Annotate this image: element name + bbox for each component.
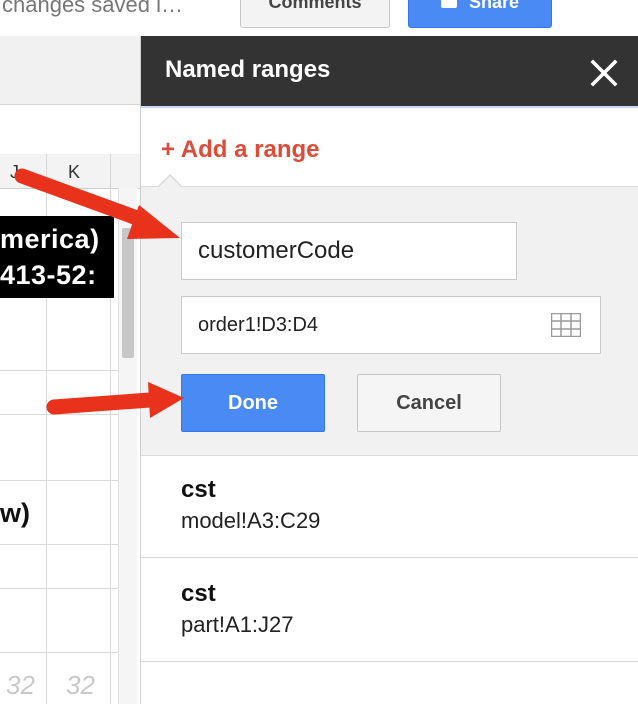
named-ranges-panel: Named ranges + Add a range Done Cancel c…	[140, 36, 638, 704]
range-name-input[interactable]	[181, 222, 517, 280]
highlighted-cell[interactable]: merica) 413-52:	[0, 216, 114, 298]
add-range-link[interactable]: + Add a range	[161, 136, 319, 164]
top-toolbar: changes saved i… Comments Share	[0, 0, 638, 36]
grid-line	[0, 544, 118, 545]
done-button[interactable]: Done	[181, 374, 325, 432]
panel-title: Named ranges	[165, 56, 331, 83]
range-item-name: cst	[181, 580, 216, 607]
cell-text-line1: merica)	[0, 224, 100, 254]
cell-bold-text[interactable]: w)	[0, 498, 30, 529]
range-item-reference: part!A1:J27	[181, 612, 294, 637]
range-reference-input[interactable]	[181, 296, 601, 354]
grid-line	[0, 370, 118, 371]
sheet-toolbar	[0, 36, 140, 105]
scroll-thumb[interactable]	[122, 228, 134, 358]
save-status: changes saved i…	[2, 0, 183, 17]
vertical-scrollbar[interactable]	[118, 188, 137, 704]
share-label: Share	[468, 0, 520, 12]
range-item-name: cst	[181, 476, 216, 503]
close-icon[interactable]	[589, 58, 619, 88]
comments-button[interactable]: Comments	[240, 0, 390, 28]
named-range-item[interactable]: cst model!A3:C29	[141, 454, 638, 558]
grid-line	[0, 588, 118, 589]
named-range-item[interactable]: cst part!A1:J27	[141, 558, 638, 662]
grid-line	[0, 414, 118, 415]
lock-icon	[440, 0, 457, 9]
grid-line	[0, 652, 118, 653]
cell-number[interactable]: 32	[66, 670, 95, 701]
edit-box-pointer-fill	[158, 176, 182, 188]
cancel-button[interactable]: Cancel	[357, 374, 501, 432]
column-header-j[interactable]: J	[10, 162, 19, 183]
panel-header: Named ranges	[141, 36, 638, 106]
column-header-k[interactable]: K	[68, 162, 80, 183]
spreadsheet-grid[interactable]: J K merica) 413-52: w) 32 32	[0, 36, 140, 704]
select-range-icon[interactable]	[551, 313, 581, 337]
cell-number[interactable]: 32	[6, 670, 35, 701]
header-divider	[141, 106, 638, 108]
grid-line	[0, 480, 118, 481]
cell-text-line2: 413-52:	[0, 260, 97, 290]
share-button[interactable]: Share	[408, 0, 552, 28]
range-item-reference: model!A3:C29	[181, 508, 321, 533]
